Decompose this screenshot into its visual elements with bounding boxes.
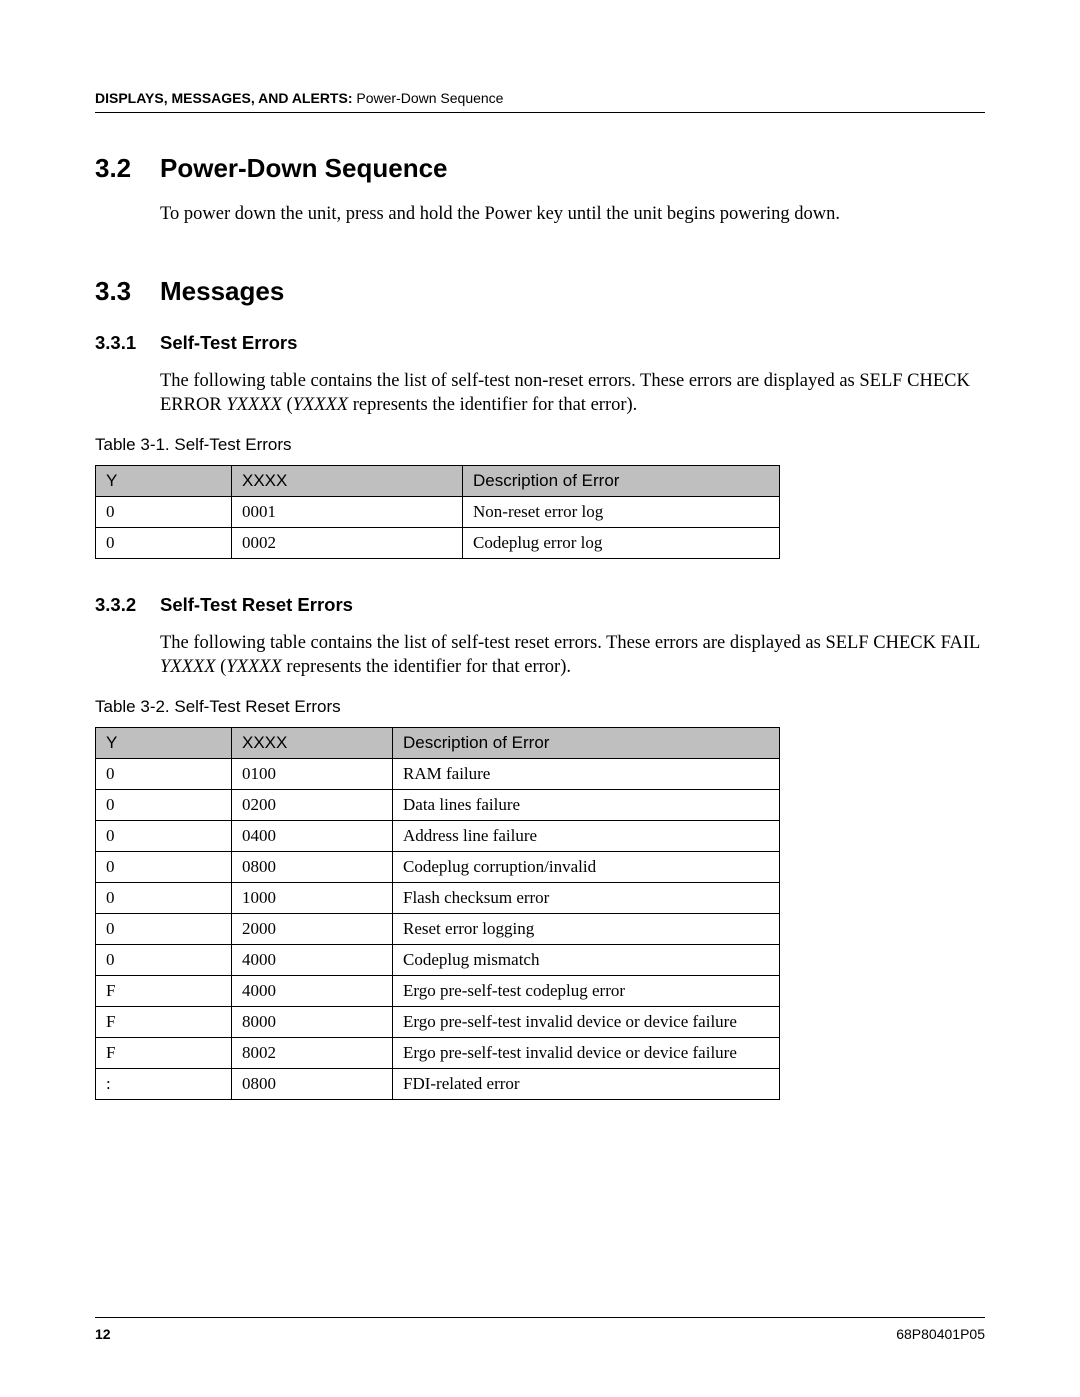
table-cell: 0002 xyxy=(232,528,463,559)
table-cell: 4000 xyxy=(232,976,393,1007)
heading-number: 3.2 xyxy=(95,153,160,184)
table-cell: 8000 xyxy=(232,1007,393,1038)
table-cell: RAM failure xyxy=(393,759,780,790)
running-header: DISPLAYS, MESSAGES, AND ALERTS: Power-Do… xyxy=(95,90,985,113)
table-cell: 0 xyxy=(96,528,232,559)
table-row: 00200Data lines failure xyxy=(96,790,780,821)
table-cell: Codeplug corruption/invalid xyxy=(393,852,780,883)
table-cell: 0400 xyxy=(232,821,393,852)
table-row: 00001Non-reset error log xyxy=(96,497,780,528)
table-cell: F xyxy=(96,1038,232,1069)
heading-title: Self-Test Reset Errors xyxy=(160,594,353,616)
table-cell: 4000 xyxy=(232,945,393,976)
table-cell: 0 xyxy=(96,914,232,945)
table-cell: 0 xyxy=(96,852,232,883)
table-caption: Table 3-2. Self-Test Reset Errors xyxy=(95,697,985,717)
heading-number: 3.3.2 xyxy=(95,594,160,616)
table-header: Description of Error xyxy=(463,466,780,497)
table-header: Y xyxy=(96,728,232,759)
heading-number: 3.3.1 xyxy=(95,332,160,354)
table-cell: Codeplug mismatch xyxy=(393,945,780,976)
table-row: :0800FDI-related error xyxy=(96,1069,780,1100)
header-chapter: DISPLAYS, MESSAGES, AND ALERTS: xyxy=(95,90,352,106)
table-caption: Table 3-1. Self-Test Errors xyxy=(95,435,985,455)
table-cell: Flash checksum error xyxy=(393,883,780,914)
paragraph: The following table contains the list of… xyxy=(160,369,985,417)
heading-3-3: 3.3 Messages xyxy=(95,276,985,307)
table-header: Description of Error xyxy=(393,728,780,759)
table-cell: 0800 xyxy=(232,852,393,883)
table-cell: Ergo pre-self-test codeplug error xyxy=(393,976,780,1007)
table-cell: Address line failure xyxy=(393,821,780,852)
table-cell: Reset error logging xyxy=(393,914,780,945)
table-cell: Non-reset error log xyxy=(463,497,780,528)
table-cell: 0 xyxy=(96,821,232,852)
table-row: 00002Codeplug error log xyxy=(96,528,780,559)
table-header: Y xyxy=(96,466,232,497)
table-cell: Ergo pre-self-test invalid device or dev… xyxy=(393,1038,780,1069)
table-cell: FDI-related error xyxy=(393,1069,780,1100)
table-row: 04000Codeplug mismatch xyxy=(96,945,780,976)
table-cell: Codeplug error log xyxy=(463,528,780,559)
table-cell: : xyxy=(96,1069,232,1100)
table-cell: F xyxy=(96,976,232,1007)
table-row: F4000Ergo pre-self-test codeplug error xyxy=(96,976,780,1007)
page-footer: 12 68P80401P05 xyxy=(95,1317,985,1342)
table-cell: 0 xyxy=(96,945,232,976)
table-row: 02000Reset error logging xyxy=(96,914,780,945)
table-cell: 0 xyxy=(96,883,232,914)
heading-3-3-1: 3.3.1 Self-Test Errors xyxy=(95,332,985,354)
heading-3-2: 3.2 Power-Down Sequence xyxy=(95,153,985,184)
table-header: XXXX xyxy=(232,466,463,497)
table-cell: Ergo pre-self-test invalid device or dev… xyxy=(393,1007,780,1038)
table-row: 00800Codeplug corruption/invalid xyxy=(96,852,780,883)
table-row: F8000Ergo pre-self-test invalid device o… xyxy=(96,1007,780,1038)
table-row: 00100RAM failure xyxy=(96,759,780,790)
table-self-test-reset-errors: Y XXXX Description of Error 00100RAM fai… xyxy=(95,727,780,1100)
table-row: 00400Address line failure xyxy=(96,821,780,852)
table-row: 01000Flash checksum error xyxy=(96,883,780,914)
document-number: 68P80401P05 xyxy=(896,1326,985,1342)
heading-3-3-2: 3.3.2 Self-Test Reset Errors xyxy=(95,594,985,616)
table-cell: 2000 xyxy=(232,914,393,945)
heading-number: 3.3 xyxy=(95,276,160,307)
table-cell: 0800 xyxy=(232,1069,393,1100)
table-self-test-errors: Y XXXX Description of Error 00001Non-res… xyxy=(95,465,780,559)
table-cell: 8002 xyxy=(232,1038,393,1069)
table-cell: 0001 xyxy=(232,497,463,528)
table-header: XXXX xyxy=(232,728,393,759)
table-cell: 0 xyxy=(96,790,232,821)
table-cell: 1000 xyxy=(232,883,393,914)
table-cell: 0 xyxy=(96,497,232,528)
heading-title: Self-Test Errors xyxy=(160,332,297,354)
table-row: F8002Ergo pre-self-test invalid device o… xyxy=(96,1038,780,1069)
table-cell: F xyxy=(96,1007,232,1038)
table-cell: 0 xyxy=(96,759,232,790)
heading-title: Power-Down Sequence xyxy=(160,153,448,184)
header-section-text: Power-Down Sequence xyxy=(356,90,503,106)
paragraph: The following table contains the list of… xyxy=(160,631,985,679)
table-cell: 0200 xyxy=(232,790,393,821)
heading-title: Messages xyxy=(160,276,284,307)
paragraph: To power down the unit, press and hold t… xyxy=(160,202,985,226)
table-cell: Data lines failure xyxy=(393,790,780,821)
table-cell: 0100 xyxy=(232,759,393,790)
page-number: 12 xyxy=(95,1326,111,1342)
